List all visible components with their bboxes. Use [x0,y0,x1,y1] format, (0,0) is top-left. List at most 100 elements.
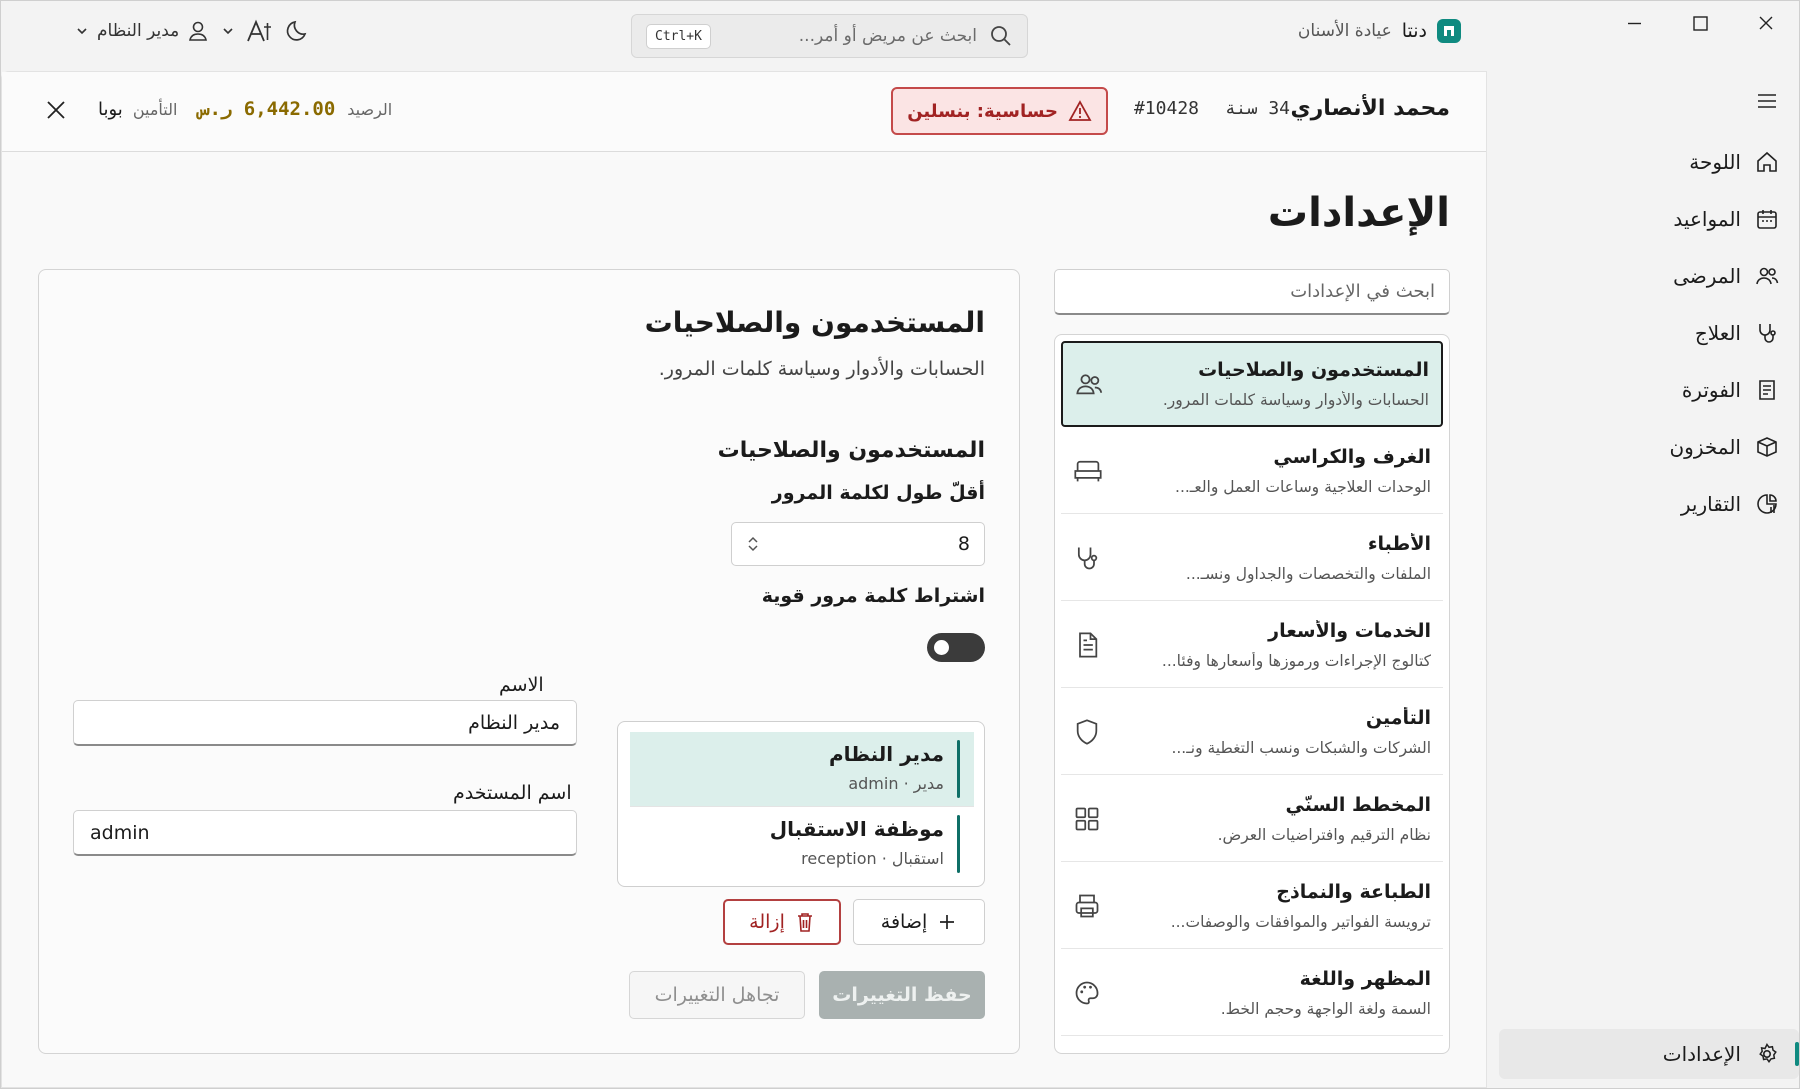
shield-icon [1076,718,1098,745]
sidebar-item-treatment[interactable]: العلاج [1499,308,1799,358]
list-item[interactable]: مدير النظام مدير · admin [630,732,974,806]
sidebar-item-patients[interactable]: المرضى [1499,251,1799,301]
settings-detail-card: المستخدمون والصلاحيات الحسابات والأدوار … [38,269,1020,1054]
settings-item-users[interactable]: المستخدمون والصلاحيات الحسابات والأدوار … [1061,341,1443,427]
sidebar-item-settings[interactable]: الإعدادات [1499,1029,1799,1079]
patient-name: محمد الأنصاري [1290,96,1450,121]
stethoscope-icon [1759,324,1776,343]
list-item[interactable]: موظفة الاستقبال استقبال · reception [630,806,974,880]
remove-user-button[interactable]: إزالة [723,899,841,945]
settings-item-insurance[interactable]: التأمين الشركات والشبكات ونسب التغطية ون… [1061,689,1443,775]
sidebar-item-billing[interactable]: الفوترة [1499,365,1799,415]
chevron-down-icon [223,28,233,35]
close-window-button[interactable] [1733,1,1799,45]
box-icon [1757,437,1777,457]
patient-balance: الرصيد 6,442.00 ر.س [198,98,392,120]
theme-toggle-button[interactable] [285,18,311,44]
remove-user-label: إزالة [749,911,785,933]
sidebar-item-label: العلاج [1694,321,1741,345]
settings-item-title: التأمين [1365,706,1431,729]
settings-item-services[interactable]: الخدمات والأسعار كتالوج الإجراءات ورموزه… [1061,602,1443,688]
toggle-knob [934,640,949,655]
minimize-window-button[interactable] [1601,1,1667,45]
receipt-icon [1759,380,1775,400]
balance-label: الرصيد [347,100,393,119]
sidebar-item-dashboard[interactable]: اللوحة [1499,137,1799,187]
sidebar-item-label: المواعيد [1673,207,1741,231]
patient-id: #10428 [1133,98,1199,119]
brand: دنتا عيادة الأسنان [1298,19,1461,43]
sidebar-item-reports[interactable]: التقارير [1499,479,1799,529]
settings-item-printing[interactable]: الطباعة والنماذج ترويسة الفواتير والمواف… [1061,863,1443,949]
stethoscope-icon [1077,547,1098,569]
settings-item-doctors[interactable]: الأطباء الملفات والتخصصات والجداول ونسـ.… [1061,515,1443,601]
settings-item-desc: السمة ولغة الواجهة وحجم الخط. [1220,999,1431,1018]
strong-password-toggle[interactable] [927,633,985,662]
settings-item-desc: الملفات والتخصصات والجداول ونسـ... [1185,564,1431,583]
sidebar-item-inventory[interactable]: المخزون [1499,422,1799,472]
close-patient-button[interactable] [44,98,68,126]
detail-subtitle: الحسابات والأدوار وسياسة كلمات المرور. [658,358,985,380]
nav-toggle-button[interactable] [1755,89,1779,117]
save-changes-button[interactable]: حفظ التغييرات [819,971,985,1019]
settings-item-title: المظهر واللغة [1299,967,1431,990]
discard-changes-button[interactable]: تجاهل التغييرات [629,971,805,1019]
patient-header: محمد الأنصاري 34 سنة #10428 حساسية: بنسل… [2,72,1486,152]
settings-item-dental-chart[interactable]: المخطط السنّي نظام الترقيم وافتراضيات ال… [1061,776,1443,862]
titlebar-actions: مدير النظام [75,17,311,45]
name-field[interactable]: مدير النظام [73,700,577,746]
save-changes-label: حفظ التغييرات [832,984,972,1006]
users-list: مدير النظام مدير · admin موظفة الاستقبال… [617,721,985,887]
user-item-name: مدير النظام [828,742,944,766]
users-icon [1756,267,1779,285]
user-icon [189,21,208,41]
sidebar-nav: اللوحة المواعيد المرضى العلاج الفوترة ال… [1491,71,1799,1088]
global-search[interactable]: ابحث عن مريض أو أمر... Ctrl+K [631,14,1028,58]
chevron-down-icon [77,28,87,35]
name-label: الاسم [499,674,544,696]
discard-changes-label: تجاهل التغييرات [654,984,780,1006]
name-field-value: مدير النظام [468,711,560,734]
global-search-placeholder: ابحث عن مريض أو أمر... [798,26,977,46]
section-title: المستخدمون والصلاحيات [717,438,985,463]
sidebar-item-label: المرضى [1673,264,1741,288]
sidebar-item-label: اللوحة [1689,150,1741,174]
add-user-button[interactable]: إضافة [853,899,985,945]
settings-item-rooms[interactable]: الغرف والكراسي الوحدات العلاجية وساعات ا… [1061,428,1443,514]
font-size-button[interactable] [221,17,273,45]
balance-value: 6,442.00 ر.س [198,98,336,120]
users-icon [1076,374,1103,395]
min-length-stepper[interactable]: 8 [731,522,985,566]
settings-item-desc: الشركات والشبكات ونسب التغطية ونـ... [1171,738,1431,757]
settings-item-title: الطباعة والنماذج [1276,880,1431,903]
sidebar-item-label: المخزون [1669,435,1741,459]
insurance-value: بوبا [98,99,123,120]
settings-item-appearance[interactable]: المظهر واللغة السمة ولغة الواجهة وحجم ال… [1061,950,1443,1036]
user-name: مدير النظام [97,21,180,41]
settings-item-title: الخدمات والأسعار [1268,619,1431,642]
text-size-icon [247,19,272,42]
patient-age: 34 سنة [1224,98,1290,119]
allergy-text: حساسية: بنسلين [907,100,1058,122]
add-user-label: إضافة [880,911,928,933]
settings-search-input[interactable]: ابحث في الإعدادات [1054,269,1450,315]
maximize-window-button[interactable] [1667,1,1733,45]
page-title: الإعدادات [1267,190,1450,236]
username-field[interactable]: admin [73,810,577,856]
settings-item-desc: الحسابات والأدوار وسياسة كلمات المرور. [1162,391,1429,409]
minimize-icon [1627,22,1641,24]
user-menu[interactable]: مدير النظام [75,20,209,42]
spin-arrows-icon[interactable] [746,534,760,554]
hamburger-icon [1758,94,1776,108]
app-subtitle: عيادة الأسنان [1297,21,1392,41]
user-item-name: موظفة الاستقبال [769,817,944,841]
app-name: دنتا [1401,20,1427,42]
sidebar-item-appointments[interactable]: المواعيد [1499,194,1799,244]
plus-icon [940,915,955,929]
palette-icon [1075,981,1099,1004]
username-label: اسم المستخدم [453,782,572,804]
insurance-label: التأمين [132,100,178,119]
user-item-desc: استقبال · reception [801,849,944,868]
user-item-desc: مدير · admin [848,774,944,793]
document-icon [1079,631,1098,658]
